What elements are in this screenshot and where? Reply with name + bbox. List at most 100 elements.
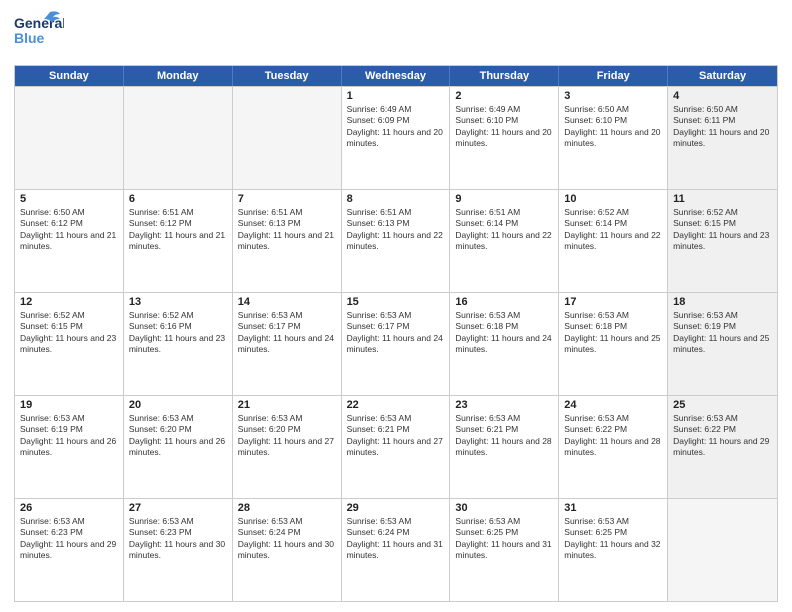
sunset-label: Sunset: 6:23 PM [129, 527, 192, 537]
daylight-label: Daylight: 11 hours and 26 minutes. [129, 436, 225, 457]
calendar-body: 1 Sunrise: 6:49 AM Sunset: 6:09 PM Dayli… [15, 86, 777, 601]
cell-info: Sunrise: 6:50 AM Sunset: 6:11 PM Dayligh… [673, 104, 772, 150]
day-number: 2 [455, 90, 553, 102]
calendar-cell [233, 87, 342, 189]
calendar-cell: 5 Sunrise: 6:50 AM Sunset: 6:12 PM Dayli… [15, 190, 124, 292]
calendar-cell: 21 Sunrise: 6:53 AM Sunset: 6:20 PM Dayl… [233, 396, 342, 498]
calendar-week-row: 1 Sunrise: 6:49 AM Sunset: 6:09 PM Dayli… [15, 86, 777, 189]
cell-info: Sunrise: 6:50 AM Sunset: 6:10 PM Dayligh… [564, 104, 662, 150]
daylight-label: Daylight: 11 hours and 23 minutes. [673, 230, 769, 251]
day-number: 3 [564, 90, 662, 102]
daylight-label: Daylight: 11 hours and 30 minutes. [129, 539, 225, 560]
day-number: 5 [20, 193, 118, 205]
day-number: 15 [347, 296, 445, 308]
day-of-week-header: Thursday [450, 66, 559, 86]
cell-info: Sunrise: 6:52 AM Sunset: 6:16 PM Dayligh… [129, 310, 227, 356]
day-number: 20 [129, 399, 227, 411]
day-number: 25 [673, 399, 772, 411]
daylight-label: Daylight: 11 hours and 27 minutes. [238, 436, 334, 457]
sunset-label: Sunset: 6:16 PM [129, 321, 192, 331]
sunset-label: Sunset: 6:14 PM [455, 218, 518, 228]
calendar-cell: 10 Sunrise: 6:52 AM Sunset: 6:14 PM Dayl… [559, 190, 668, 292]
daylight-label: Daylight: 11 hours and 28 minutes. [564, 436, 660, 457]
logo-svg: General Blue [14, 10, 64, 52]
day-of-week-header: Saturday [668, 66, 777, 86]
calendar-cell: 17 Sunrise: 6:53 AM Sunset: 6:18 PM Dayl… [559, 293, 668, 395]
calendar-cell: 24 Sunrise: 6:53 AM Sunset: 6:22 PM Dayl… [559, 396, 668, 498]
daylight-label: Daylight: 11 hours and 21 minutes. [129, 230, 225, 251]
sunset-label: Sunset: 6:13 PM [347, 218, 410, 228]
daylight-label: Daylight: 11 hours and 21 minutes. [20, 230, 116, 251]
daylight-label: Daylight: 11 hours and 22 minutes. [564, 230, 660, 251]
cell-info: Sunrise: 6:51 AM Sunset: 6:13 PM Dayligh… [238, 207, 336, 253]
day-number: 10 [564, 193, 662, 205]
cell-info: Sunrise: 6:53 AM Sunset: 6:19 PM Dayligh… [20, 413, 118, 459]
cell-info: Sunrise: 6:53 AM Sunset: 6:23 PM Dayligh… [129, 516, 227, 562]
calendar-cell: 28 Sunrise: 6:53 AM Sunset: 6:24 PM Dayl… [233, 499, 342, 601]
calendar-cell: 9 Sunrise: 6:51 AM Sunset: 6:14 PM Dayli… [450, 190, 559, 292]
sunrise-label: Sunrise: 6:52 AM [673, 207, 738, 217]
cell-info: Sunrise: 6:53 AM Sunset: 6:19 PM Dayligh… [673, 310, 772, 356]
daylight-label: Daylight: 11 hours and 29 minutes. [673, 436, 769, 457]
calendar-cell: 12 Sunrise: 6:52 AM Sunset: 6:15 PM Dayl… [15, 293, 124, 395]
day-number: 29 [347, 502, 445, 514]
sunrise-label: Sunrise: 6:52 AM [564, 207, 629, 217]
sunset-label: Sunset: 6:20 PM [129, 424, 192, 434]
daylight-label: Daylight: 11 hours and 20 minutes. [564, 127, 660, 148]
cell-info: Sunrise: 6:50 AM Sunset: 6:12 PM Dayligh… [20, 207, 118, 253]
sunrise-label: Sunrise: 6:53 AM [455, 413, 520, 423]
sunrise-label: Sunrise: 6:50 AM [20, 207, 85, 217]
day-number: 17 [564, 296, 662, 308]
sunrise-label: Sunrise: 6:51 AM [455, 207, 520, 217]
daylight-label: Daylight: 11 hours and 24 minutes. [347, 333, 443, 354]
sunrise-label: Sunrise: 6:53 AM [347, 310, 412, 320]
day-number: 4 [673, 90, 772, 102]
sunset-label: Sunset: 6:13 PM [238, 218, 301, 228]
sunrise-label: Sunrise: 6:53 AM [238, 516, 303, 526]
calendar-cell: 16 Sunrise: 6:53 AM Sunset: 6:18 PM Dayl… [450, 293, 559, 395]
sunrise-label: Sunrise: 6:53 AM [20, 516, 85, 526]
sunset-label: Sunset: 6:15 PM [20, 321, 83, 331]
cell-info: Sunrise: 6:53 AM Sunset: 6:21 PM Dayligh… [455, 413, 553, 459]
calendar-cell: 22 Sunrise: 6:53 AM Sunset: 6:21 PM Dayl… [342, 396, 451, 498]
day-number: 22 [347, 399, 445, 411]
day-of-week-header: Sunday [15, 66, 124, 86]
sunrise-label: Sunrise: 6:51 AM [347, 207, 412, 217]
svg-text:Blue: Blue [14, 30, 45, 46]
calendar-cell: 29 Sunrise: 6:53 AM Sunset: 6:24 PM Dayl… [342, 499, 451, 601]
day-number: 28 [238, 502, 336, 514]
day-number: 13 [129, 296, 227, 308]
sunset-label: Sunset: 6:21 PM [347, 424, 410, 434]
day-number: 18 [673, 296, 772, 308]
cell-info: Sunrise: 6:53 AM Sunset: 6:17 PM Dayligh… [347, 310, 445, 356]
calendar-cell: 25 Sunrise: 6:53 AM Sunset: 6:22 PM Dayl… [668, 396, 777, 498]
sunset-label: Sunset: 6:17 PM [238, 321, 301, 331]
calendar-cell [15, 87, 124, 189]
day-number: 8 [347, 193, 445, 205]
sunset-label: Sunset: 6:22 PM [673, 424, 736, 434]
daylight-label: Daylight: 11 hours and 25 minutes. [564, 333, 660, 354]
day-number: 1 [347, 90, 445, 102]
sunset-label: Sunset: 6:24 PM [347, 527, 410, 537]
sunset-label: Sunset: 6:14 PM [564, 218, 627, 228]
daylight-label: Daylight: 11 hours and 24 minutes. [455, 333, 551, 354]
daylight-label: Daylight: 11 hours and 21 minutes. [238, 230, 334, 251]
daylight-label: Daylight: 11 hours and 32 minutes. [564, 539, 660, 560]
sunrise-label: Sunrise: 6:53 AM [347, 516, 412, 526]
daylight-label: Daylight: 11 hours and 24 minutes. [238, 333, 334, 354]
daylight-label: Daylight: 11 hours and 23 minutes. [20, 333, 116, 354]
day-of-week-header: Tuesday [233, 66, 342, 86]
day-of-week-header: Friday [559, 66, 668, 86]
cell-info: Sunrise: 6:51 AM Sunset: 6:14 PM Dayligh… [455, 207, 553, 253]
daylight-label: Daylight: 11 hours and 20 minutes. [673, 127, 769, 148]
cell-info: Sunrise: 6:53 AM Sunset: 6:24 PM Dayligh… [238, 516, 336, 562]
calendar-cell: 7 Sunrise: 6:51 AM Sunset: 6:13 PM Dayli… [233, 190, 342, 292]
cell-info: Sunrise: 6:53 AM Sunset: 6:18 PM Dayligh… [564, 310, 662, 356]
day-of-week-header: Wednesday [342, 66, 451, 86]
sunrise-label: Sunrise: 6:53 AM [347, 413, 412, 423]
sunrise-label: Sunrise: 6:53 AM [564, 310, 629, 320]
daylight-label: Daylight: 11 hours and 25 minutes. [673, 333, 769, 354]
sunrise-label: Sunrise: 6:51 AM [129, 207, 194, 217]
daylight-label: Daylight: 11 hours and 29 minutes. [20, 539, 116, 560]
day-number: 11 [673, 193, 772, 205]
